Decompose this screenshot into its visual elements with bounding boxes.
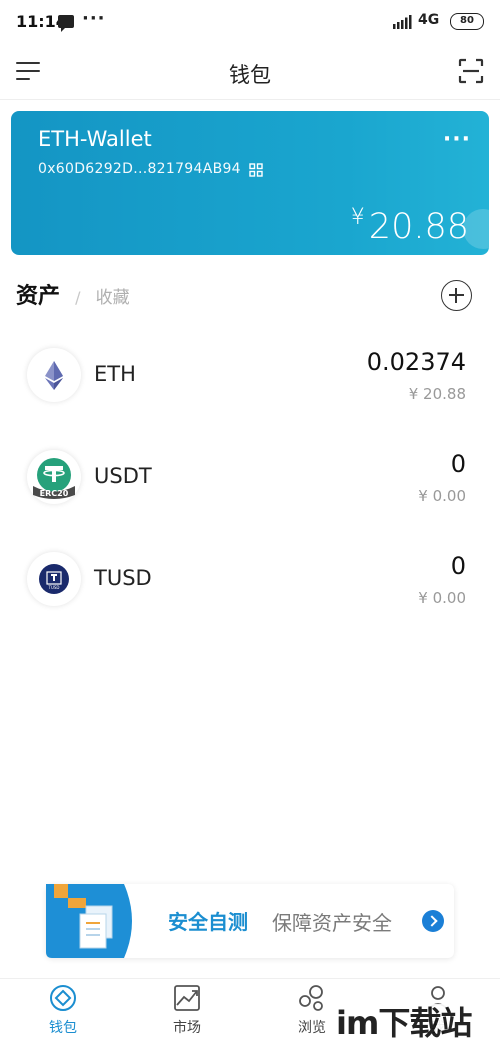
- chevron-right-icon[interactable]: [422, 910, 444, 932]
- wallet-card[interactable]: ETH-Wallet ··· 0x60D6292D...821794AB94 ¥…: [11, 111, 489, 255]
- nav-label: 钱包: [49, 1020, 77, 1036]
- tusd-icon: TUSD: [27, 552, 81, 606]
- wallet-name: ETH-Wallet: [38, 127, 152, 151]
- tusd-badge: TUSD: [48, 585, 60, 590]
- security-document-icon: [46, 884, 132, 958]
- signal-icon: [393, 15, 412, 29]
- eth-icon: [27, 348, 81, 402]
- battery-indicator: 80: [450, 13, 484, 30]
- message-icon: [58, 15, 74, 32]
- token-amount: 0: [450, 552, 466, 580]
- token-symbol: USDT: [94, 464, 152, 488]
- token-value: ¥ 0.00: [418, 589, 466, 607]
- asset-tabs: 资产 / 收藏: [16, 278, 130, 312]
- promo-subtitle: 保障资产安全: [272, 911, 392, 935]
- more-options-icon[interactable]: ···: [443, 127, 471, 152]
- watermark-logo: im下载站: [336, 998, 472, 1040]
- usdt-erc20-icon: ERC20: [27, 450, 81, 504]
- tab-separator: /: [75, 288, 81, 307]
- security-check-banner[interactable]: 安全自测 保障资产安全: [46, 884, 454, 958]
- nav-market[interactable]: 市场: [147, 983, 227, 1039]
- add-token-button[interactable]: [441, 280, 472, 311]
- balance-amount: 20.88: [368, 207, 469, 247]
- tab-favorites[interactable]: 收藏: [96, 288, 130, 308]
- page-title: 钱包: [229, 63, 271, 87]
- erc20-badge: ERC20: [40, 489, 69, 498]
- token-symbol: TUSD: [94, 566, 152, 590]
- token-row-usdt[interactable]: ERC20 USDT 0 ¥ 0.00: [0, 430, 500, 526]
- token-row-eth[interactable]: ETH 0.02374 ¥ 20.88: [0, 328, 500, 424]
- market-icon: [174, 985, 200, 1011]
- wallet-balance: ¥20.88: [351, 205, 469, 247]
- currency-symbol: ¥: [350, 205, 365, 230]
- tab-assets[interactable]: 资产: [16, 284, 60, 309]
- qr-code-icon[interactable]: [249, 163, 263, 177]
- promo-title: 安全自测: [168, 910, 248, 934]
- wallet-address: 0x60D6292D...821794AB94: [38, 161, 241, 177]
- token-symbol: ETH: [94, 362, 136, 386]
- token-value: ¥ 0.00: [418, 487, 466, 505]
- token-row-tusd[interactable]: TUSD TUSD 0 ¥ 0.00: [0, 532, 500, 628]
- watermark-text: im下载站: [336, 1004, 472, 1040]
- app-header: 钱包: [0, 44, 500, 100]
- more-notifications-icon: ···: [82, 8, 106, 29]
- wallet-screen: 11:14 ··· 4G 80 钱包 ETH-Wallet ··· 0x60D6…: [0, 0, 500, 1040]
- token-amount: 0: [450, 450, 466, 478]
- token-value: ¥ 20.88: [408, 385, 466, 403]
- status-bar: 11:14 ··· 4G 80: [0, 0, 500, 44]
- token-amount: 0.02374: [366, 348, 466, 376]
- scan-icon[interactable]: [458, 58, 484, 84]
- nav-label: 市场: [173, 1020, 201, 1036]
- wallet-icon: [50, 985, 76, 1011]
- network-type: 4G: [418, 12, 440, 28]
- browse-icon: [299, 985, 323, 1011]
- nav-wallet[interactable]: 钱包: [23, 983, 103, 1039]
